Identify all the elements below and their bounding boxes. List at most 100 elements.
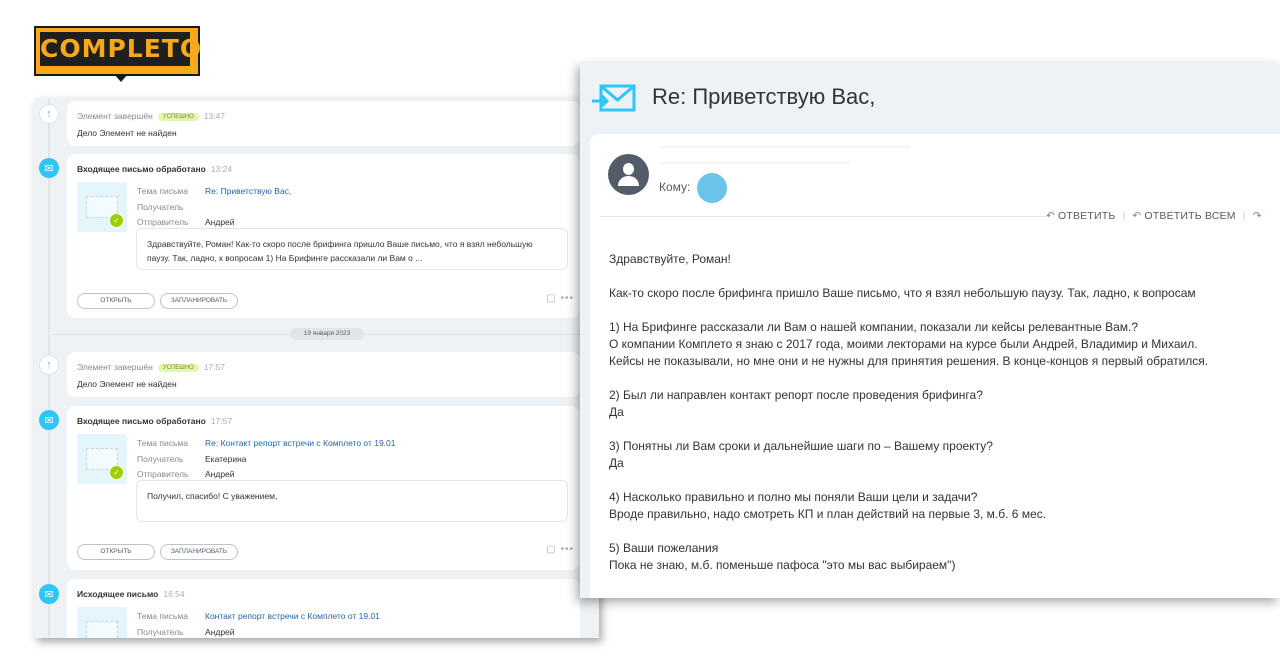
avatar-head bbox=[623, 163, 634, 175]
date-separator: 19 января 2023 bbox=[290, 328, 364, 340]
more-icon[interactable]: ••• bbox=[560, 293, 574, 304]
logo-text: COMPLETO bbox=[40, 32, 201, 66]
card-time: 13:24 bbox=[210, 164, 233, 174]
email-text-line: Да bbox=[609, 456, 624, 470]
email-view-panel: Re: Приветствую Вас, Кому: ↶ ОТВЕТИТЬ | ↶ ОТ… bbox=[580, 63, 1280, 598]
timeline-card-outgoing-email: Исходящее письмо 16:54 Тема письма Контакт… bbox=[67, 579, 593, 638]
email-body-card: Кому: ↶ ОТВЕТИТЬ | ↶ ОТВЕТИТЬ ВСЕМ | ↷ Здравст… bbox=[590, 134, 1280, 598]
subject-label: Тема письма bbox=[137, 611, 188, 621]
to-label: Кому: bbox=[659, 180, 691, 194]
forward-button[interactable]: ↷ bbox=[1253, 210, 1265, 222]
subject-link[interactable]: Контакт репорт встречи с Комплето от 19.… bbox=[205, 611, 380, 621]
email-meta: Тема письма Re: Приветствую Вас, Получате… bbox=[137, 184, 291, 231]
email-text-line: Кейсы не показывали, но мне они и не нуж… bbox=[609, 354, 1209, 368]
timeline-card-completed: Элемент завершён УСПЕШНО 17:57 Дело Элемен… bbox=[67, 352, 593, 397]
card-title: Элемент завершён УСПЕШНО 13:47 bbox=[77, 111, 225, 121]
email-thumbnail[interactable]: ✓ bbox=[77, 434, 127, 484]
arrow-up-icon: ↑ bbox=[39, 104, 59, 124]
email-text-line: Здравствуйте, Роман! bbox=[609, 252, 731, 266]
reply-all-icon: ↶ bbox=[1132, 210, 1142, 222]
email-meta: Тема письма Контакт репорт встречи с Комп… bbox=[137, 609, 380, 638]
sender-avatar[interactable] bbox=[608, 154, 649, 195]
card-time: 16:54 bbox=[163, 589, 185, 599]
arrow-up-icon: ↑ bbox=[39, 355, 59, 375]
forward-icon: ↷ bbox=[1252, 210, 1262, 222]
more-icon[interactable]: ••• bbox=[560, 544, 574, 555]
card-title-text: Элемент завершён bbox=[77, 111, 153, 121]
check-icon: ✓ bbox=[109, 213, 124, 228]
card-title-text: Входящее письмо обработано bbox=[77, 164, 206, 174]
schedule-button[interactable]: ЗАПЛАНИРОВАТЬ bbox=[160, 544, 238, 560]
email-text-line: 1) На Брифинге рассказали ли Вам о нашей… bbox=[609, 320, 1139, 334]
card-time: 17:57 bbox=[210, 416, 233, 426]
mail-icon: ✉ bbox=[39, 410, 59, 430]
card-time: 13:47 bbox=[203, 111, 226, 121]
timeline-card-incoming-email: Входящее письмо обработано 17:57 ✓ Тема п… bbox=[67, 406, 593, 570]
sender-value: Андрей bbox=[205, 217, 235, 227]
email-thumbnail[interactable]: ✓ bbox=[77, 182, 127, 232]
email-text-line bbox=[609, 421, 1279, 438]
email-text-line bbox=[609, 268, 1279, 285]
recipient-label: Получатель bbox=[137, 453, 184, 464]
avatar-shoulders bbox=[618, 176, 639, 186]
email-text-line bbox=[609, 472, 1279, 489]
envelope-icon bbox=[86, 621, 118, 638]
sender-value: Андрей bbox=[205, 469, 235, 479]
recipient-avatar[interactable] bbox=[697, 173, 727, 203]
recipient-label: Получатель bbox=[137, 626, 184, 637]
email-text-line: 2) Был ли направлен контакт репорт после… bbox=[609, 388, 983, 402]
status-badge: УСПЕШНО bbox=[157, 364, 199, 372]
card-detail: Дело Элемент не найден bbox=[77, 379, 177, 389]
reply-label: ОТВЕТИТЬ bbox=[1058, 210, 1116, 222]
email-thumbnail[interactable] bbox=[77, 607, 127, 638]
card-title-text: Элемент завершён bbox=[77, 362, 153, 372]
subject-link[interactable]: Re: Приветствую Вас, bbox=[205, 186, 291, 196]
card-title-text: Входящее письмо обработано bbox=[77, 416, 206, 426]
card-title-text: Исходящее письмо bbox=[77, 589, 159, 599]
recipient-value: Андрей bbox=[205, 626, 235, 637]
open-button[interactable]: ОТКРЫТЬ bbox=[77, 293, 155, 309]
schedule-button[interactable]: ЗАПЛАНИРОВАТЬ bbox=[160, 293, 238, 309]
blurred-sender-line bbox=[660, 146, 910, 148]
email-text-line bbox=[609, 302, 1279, 319]
card-tools: ▢ ••• bbox=[546, 544, 574, 555]
email-text-line bbox=[609, 370, 1279, 387]
detail-value: Элемент не найден bbox=[99, 379, 177, 389]
card-title: Входящее письмо обработано 17:57 bbox=[77, 416, 232, 426]
reply-all-label: ОТВЕТИТЬ ВСЕМ bbox=[1144, 210, 1236, 222]
open-button[interactable]: ОТКРЫТЬ bbox=[77, 544, 155, 560]
email-text-line: 5) Ваши пожелания bbox=[609, 541, 719, 555]
separator: | bbox=[1122, 210, 1126, 222]
email-text-line: Как-то скоро после брифинга пришло Ваше … bbox=[609, 286, 1196, 300]
card-title: Исходящее письмо 16:54 bbox=[77, 589, 185, 599]
check-icon: ✓ bbox=[109, 465, 124, 480]
detail-label: Дело bbox=[77, 379, 97, 389]
note-icon[interactable]: ▢ bbox=[546, 293, 556, 304]
separator: | bbox=[1242, 210, 1246, 222]
recipient-value: Екатерина bbox=[205, 453, 247, 464]
email-preview: Здравствуйте, Роман! Как-то скоро после … bbox=[136, 228, 568, 270]
blurred-date-line bbox=[660, 162, 850, 164]
card-detail: Дело Элемент не найден bbox=[77, 128, 177, 138]
card-time: 17:57 bbox=[203, 362, 226, 372]
detail-label: Дело bbox=[77, 128, 97, 138]
crm-timeline-panel: ↑ Элемент завершён УСПЕШНО 13:47 Дело Элем… bbox=[34, 98, 599, 638]
mail-icon: ✉ bbox=[39, 584, 59, 604]
email-subject-title: Re: Приветствую Вас, bbox=[652, 84, 876, 109]
email-text-line: Да bbox=[609, 405, 624, 419]
subject-link[interactable]: Re: Контакт репорт встречи с Комплето от… bbox=[205, 438, 396, 448]
note-icon[interactable]: ▢ bbox=[546, 544, 556, 555]
email-preview: Получил, спасибо! С уважением, bbox=[136, 480, 568, 522]
timeline-card-incoming-email: Входящее письмо обработано 13:24 ✓ Тема п… bbox=[67, 154, 593, 318]
email-text-line: 3) Понятны ли Вам сроки и дальнейшие шаг… bbox=[609, 439, 993, 453]
logo-tail bbox=[114, 74, 128, 82]
reply-all-button[interactable]: ↶ ОТВЕТИТЬ ВСЕМ bbox=[1132, 210, 1235, 222]
timeline-card-completed: Элемент завершён УСПЕШНО 13:47 Дело Элемен… bbox=[67, 101, 593, 146]
mail-icon: ✉ bbox=[39, 158, 59, 178]
subject-label: Тема письма bbox=[137, 186, 188, 196]
email-text-line bbox=[609, 523, 1279, 540]
card-title: Элемент завершён УСПЕШНО 17:57 bbox=[77, 362, 225, 372]
email-text-line: Вроде правильно, надо смотреть КП и план… bbox=[609, 507, 1047, 521]
reply-button[interactable]: ↶ ОТВЕТИТЬ bbox=[1046, 210, 1115, 222]
email-text-line: 4) Насколько правильно и полно мы поняли… bbox=[609, 490, 978, 504]
